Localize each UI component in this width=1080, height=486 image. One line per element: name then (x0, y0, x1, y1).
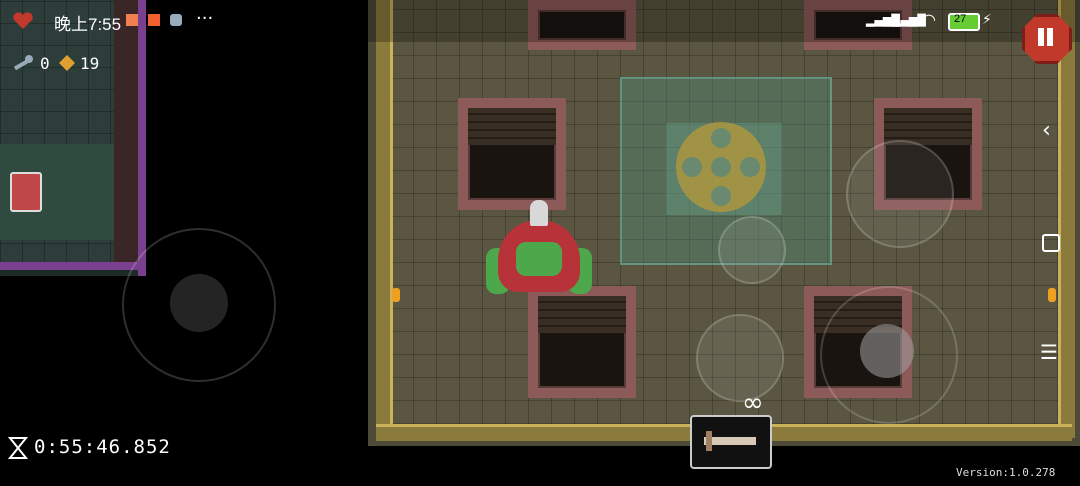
minimap[interactable] (0, 0, 146, 276)
menu-icon[interactable]: ☰ (1040, 340, 1058, 364)
ammo-count: 0 (40, 54, 50, 73)
chevron-left-icon[interactable]: ‹ (1042, 118, 1051, 143)
notification-icon (126, 14, 138, 26)
charging-icon: ⚡ (982, 12, 992, 28)
heart-icon (12, 12, 34, 30)
energy-infinity: ∞ (742, 388, 764, 418)
gem-icon (58, 54, 76, 72)
attack-joystick-knob[interactable] (860, 324, 914, 378)
notification-icon (170, 14, 182, 26)
battery-level: 27 (954, 13, 967, 25)
signal-icon: ▂▄▆█ (892, 14, 926, 27)
key-icon (12, 54, 34, 72)
minimap-wall (114, 0, 138, 266)
torch-icon (392, 288, 400, 302)
battery-icon: 27 (948, 13, 980, 31)
wifi-icon: ◠ (922, 10, 936, 29)
player-character (486, 200, 592, 300)
arena-wall-left (376, 0, 393, 438)
pit (458, 98, 566, 210)
pad-emblem (676, 122, 766, 212)
notification-icon (148, 14, 160, 26)
move-joystick-knob[interactable] (170, 274, 228, 332)
square-icon[interactable] (1042, 234, 1060, 252)
chest-icon (10, 172, 42, 212)
weapon-switch-button[interactable] (718, 216, 786, 284)
status-time: 晚上7:55 (54, 15, 122, 34)
pause-button[interactable] (1022, 14, 1072, 64)
hourglass-icon (7, 436, 29, 460)
coin-count: 19 (80, 54, 100, 73)
minimap-border-right (138, 0, 146, 276)
skill-button[interactable] (696, 314, 784, 402)
weapon-slot[interactable] (690, 415, 772, 469)
more-icon: ··· (196, 8, 214, 29)
run-timer: 0:55:46.852 (34, 436, 171, 458)
minimap-border-bottom (0, 262, 146, 270)
torch-icon (1048, 288, 1056, 302)
character-skill-button[interactable] (846, 140, 954, 248)
pit (528, 286, 636, 398)
arena-wall-right (1058, 0, 1075, 438)
version-label: Version:1.0.278 (956, 466, 1056, 479)
